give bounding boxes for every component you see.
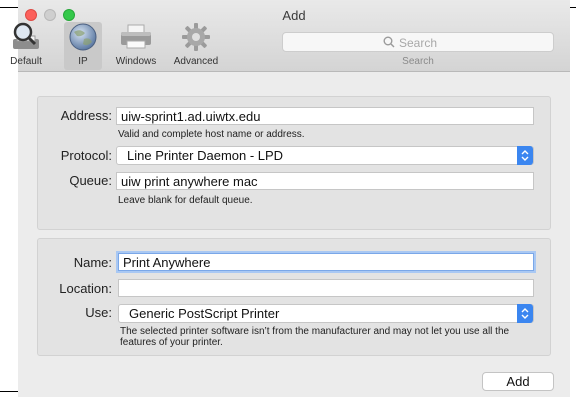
toolbar-item-label: IP (78, 56, 88, 67)
location-label: Location: (59, 281, 112, 296)
toolbar-item-ip[interactable]: IP (64, 22, 102, 70)
add-button[interactable]: Add (482, 372, 554, 391)
search-caption: Search (402, 56, 434, 67)
use-label: Use: (85, 305, 112, 320)
queue-label: Queue: (69, 173, 112, 188)
use-popup[interactable]: Generic PostScript Printer (118, 304, 534, 323)
connection-panel: Address: Valid and complete host name or… (37, 96, 551, 230)
address-field[interactable] (116, 107, 534, 125)
use-value: Generic PostScript Printer (129, 306, 280, 321)
magnifier-printer-icon (13, 22, 39, 49)
name-field[interactable] (118, 253, 534, 271)
printer-panel: Name: Location: Use: Generic PostScript … (37, 238, 551, 356)
address-label: Address: (60, 108, 112, 123)
use-hint: The selected printer software isn’t from… (120, 326, 510, 348)
gear-icon (182, 23, 210, 51)
toolbar-item-advanced[interactable]: Advanced (166, 22, 226, 70)
search-icon (383, 36, 395, 48)
queue-field[interactable] (116, 172, 534, 190)
address-hint: Valid and complete host name or address. (118, 129, 305, 140)
toolbar-item-label: Windows (115, 56, 157, 67)
add-printer-window: Add Default IP Windows Advanced Search S… (10, 0, 570, 397)
location-field[interactable] (118, 279, 534, 297)
toolbar-item-label: Advanced (173, 56, 219, 67)
window-title: Add (282, 8, 306, 23)
protocol-label: Protocol: (60, 148, 112, 163)
toolbar-item-default[interactable]: Default (0, 22, 52, 70)
globe-icon (69, 23, 97, 51)
chevron-updown-icon (517, 146, 533, 165)
name-label: Name: (73, 255, 112, 270)
protocol-value: Line Printer Daemon - LPD (127, 148, 284, 163)
toolbar-item-label: Default (10, 56, 42, 67)
toolbar-item-windows[interactable]: Windows (110, 22, 162, 70)
chevron-updown-icon (517, 304, 533, 323)
search-input[interactable] (399, 35, 539, 50)
printer-icon (121, 24, 151, 49)
search-field[interactable] (282, 32, 554, 52)
titlebar: Add Default IP Windows Advanced Search S… (10, 0, 570, 72)
protocol-popup[interactable]: Line Printer Daemon - LPD (116, 146, 534, 165)
queue-hint: Leave blank for default queue. (118, 195, 253, 206)
